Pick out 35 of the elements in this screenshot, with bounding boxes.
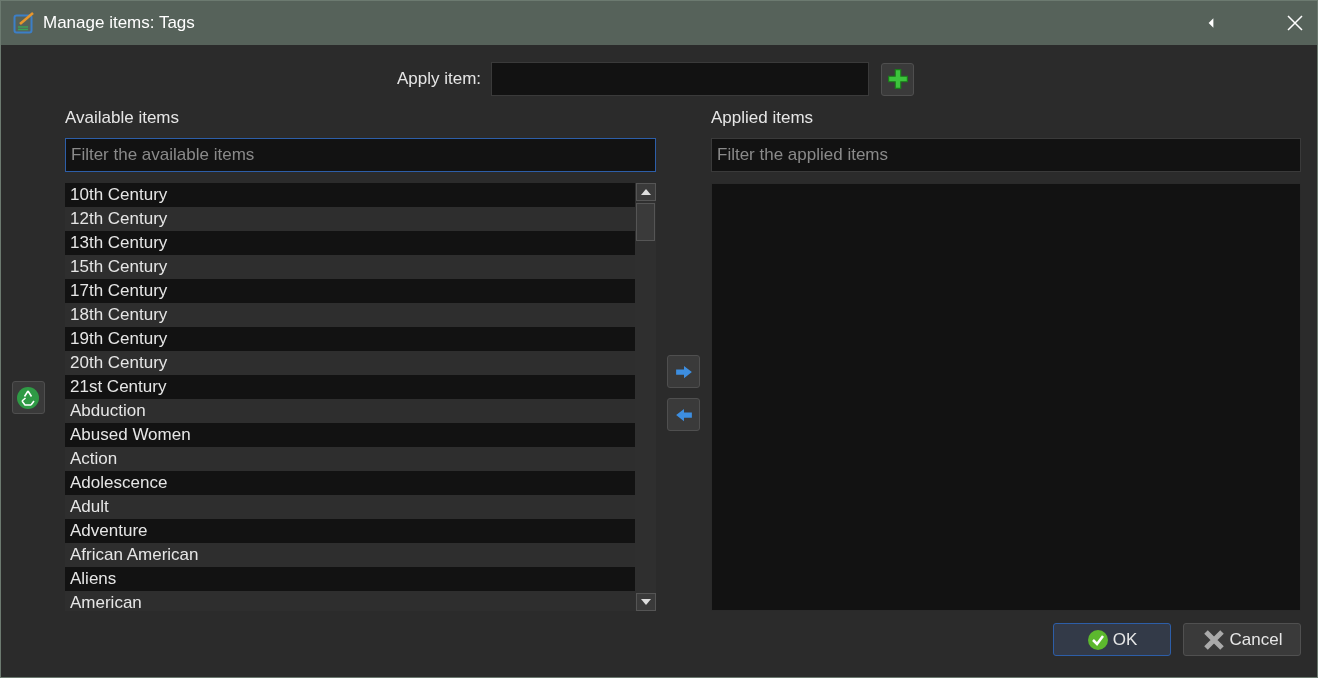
- plus-icon: [886, 68, 909, 90]
- available-filter-field[interactable]: Filter the available items: [65, 138, 656, 172]
- cancel-button[interactable]: Cancel: [1183, 623, 1301, 656]
- add-to-applied-button[interactable]: [667, 355, 700, 388]
- applied-items-label: Applied items: [711, 107, 815, 129]
- list-item[interactable]: 13th Century: [65, 231, 635, 255]
- ok-button[interactable]: OK: [1053, 623, 1171, 656]
- close-icon[interactable]: [1287, 15, 1303, 31]
- x-icon: [1201, 628, 1226, 651]
- apply-item-field[interactable]: [491, 62, 870, 96]
- recycle-icon: [16, 385, 40, 410]
- scroll-up-icon[interactable]: [635, 183, 656, 201]
- recycle-button[interactable]: [11, 381, 45, 414]
- list-item[interactable]: Adventure: [65, 519, 635, 543]
- list-item[interactable]: Abused Women: [65, 423, 635, 447]
- applied-filter-field[interactable]: Filter the applied items: [711, 138, 1301, 172]
- list-item[interactable]: Aliens: [65, 567, 635, 591]
- scroll-thumb[interactable]: [636, 203, 655, 241]
- right-arrow-icon: [674, 364, 693, 379]
- list-item[interactable]: Adolescence: [65, 471, 635, 495]
- list-item[interactable]: 21st Century: [65, 375, 635, 399]
- available-items-label: Available items: [65, 107, 181, 129]
- list-item[interactable]: 19th Century: [65, 327, 635, 351]
- scrollbar[interactable]: [635, 183, 656, 611]
- list-item[interactable]: 17th Century: [65, 279, 635, 303]
- window-title: Manage items: Tags: [43, 13, 195, 33]
- remove-from-applied-button[interactable]: [667, 398, 700, 431]
- apply-item-label: Apply item:: [397, 69, 482, 89]
- collapse-caret-icon[interactable]: [1207, 17, 1215, 29]
- list-item[interactable]: 10th Century: [65, 183, 635, 207]
- add-button[interactable]: [881, 62, 915, 96]
- checkmark-icon: [1086, 628, 1109, 651]
- left-arrow-icon: [674, 407, 693, 422]
- edit-pencil-icon: [13, 12, 35, 34]
- scroll-down-icon[interactable]: [635, 593, 656, 611]
